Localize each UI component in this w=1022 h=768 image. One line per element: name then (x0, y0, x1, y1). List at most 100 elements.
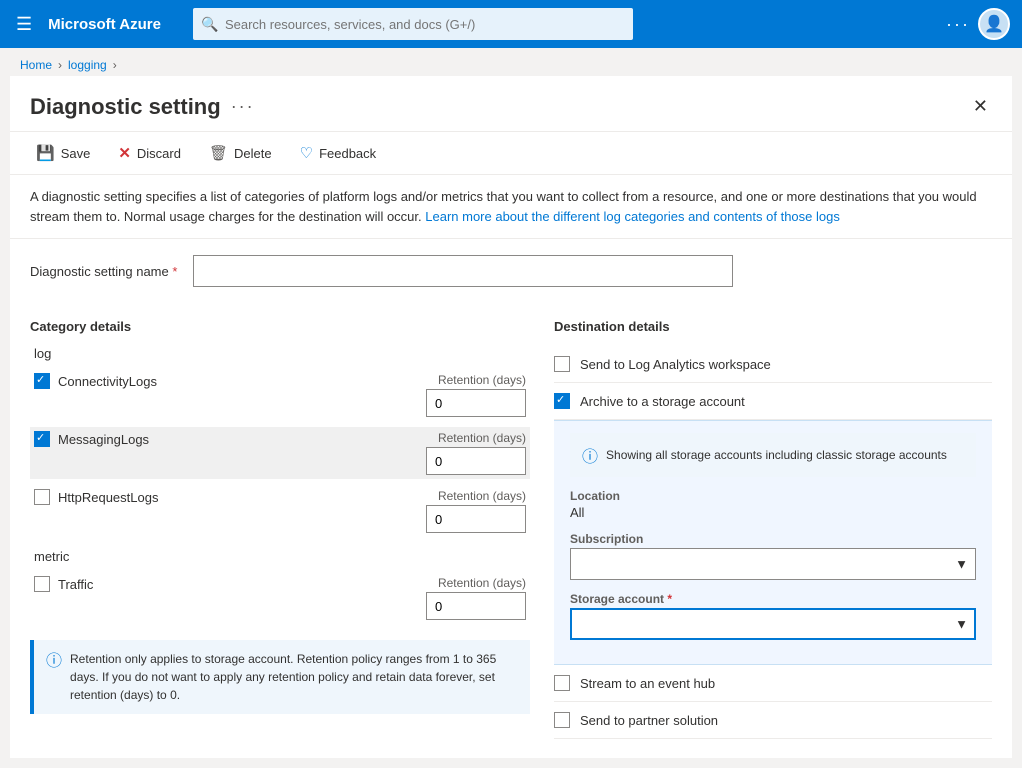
subscription-field: Subscription ▼ (570, 532, 976, 580)
location-field: Location All (570, 489, 976, 520)
storage-account-required-star: * (667, 592, 672, 606)
name-label: Diagnostic setting name * (30, 264, 177, 279)
category-details-title: Category details (30, 319, 530, 334)
breadcrumb-home[interactable]: Home (20, 58, 52, 72)
topbar: ☰ Microsoft Azure 🔍 ··· 👤 (0, 0, 1022, 48)
traffic-retention-input[interactable] (426, 592, 526, 620)
form-area: Diagnostic setting name * (10, 239, 1012, 319)
metric-section-label: metric (34, 549, 530, 564)
connectivity-retention-label: Retention (days) (438, 373, 526, 387)
name-row: Diagnostic setting name * (30, 255, 992, 287)
httprequest-retention-label: Retention (days) (438, 489, 526, 503)
breadcrumb: Home › logging › (0, 48, 1022, 76)
messaging-label: MessagingLogs (58, 432, 149, 447)
discard-button[interactable]: ✕ Discard (112, 140, 187, 166)
feedback-label: Feedback (319, 146, 376, 161)
messaging-checkbox[interactable] (34, 431, 50, 447)
connectivity-checkbox[interactable] (34, 373, 50, 389)
close-button[interactable]: ✕ (969, 92, 992, 121)
connectivity-retention: Retention (days) (426, 373, 526, 417)
dest-item-event-hub: Stream to an event hub (554, 665, 992, 702)
search-input[interactable] (193, 8, 633, 40)
log-analytics-checkbox[interactable] (554, 356, 570, 372)
httprequest-retention-input[interactable] (426, 505, 526, 533)
learn-more-link[interactable]: Learn more about the different log categ… (425, 209, 840, 224)
httprequest-retention: Retention (days) (426, 489, 526, 533)
main-panel: Diagnostic setting ··· ✕ 💾 Save ✕ Discar… (10, 76, 1012, 758)
dest-item-partner-solution: Send to partner solution (554, 702, 992, 739)
feedback-button[interactable]: ♡ Feedback (294, 140, 383, 166)
delete-button[interactable]: 🗑 Delete (203, 140, 278, 166)
connectivity-retention-input[interactable] (426, 389, 526, 417)
right-column: Destination details Send to Log Analytic… (554, 319, 992, 739)
storage-account-label: Storage account * (570, 592, 976, 606)
save-button[interactable]: 💾 Save (30, 140, 96, 166)
delete-icon: 🗑 (209, 144, 228, 162)
diagnostic-name-input[interactable] (193, 255, 733, 287)
destination-details-title: Destination details (554, 319, 992, 338)
messaging-retention-input[interactable] (426, 447, 526, 475)
storage-account-label: Archive to a storage account (580, 394, 745, 409)
discard-icon: ✕ (118, 144, 131, 162)
storage-account-select[interactable] (570, 608, 976, 640)
save-icon: 💾 (36, 144, 55, 162)
breadcrumb-separator-2: › (113, 58, 117, 72)
traffic-checkbox[interactable] (34, 576, 50, 592)
panel-header: Diagnostic setting ··· ✕ (10, 76, 1012, 132)
avatar[interactable]: 👤 (978, 8, 1010, 40)
httprequest-checkbox[interactable] (34, 489, 50, 505)
two-col-layout: Category details log ConnectivityLogs Re… (10, 319, 1012, 739)
connectivity-label: ConnectivityLogs (58, 374, 157, 389)
dest-item-log-analytics: Send to Log Analytics workspace (554, 346, 992, 383)
storage-info-icon: ⓘ (582, 443, 598, 467)
httprequest-checkbox-wrap: HttpRequestLogs (34, 489, 418, 505)
search-bar: 🔍 (193, 8, 633, 40)
toolbar: 💾 Save ✕ Discard 🗑 Delete ♡ Feedback (10, 132, 1012, 175)
discard-label: Discard (137, 146, 181, 161)
traffic-checkbox-wrap: Traffic (34, 576, 418, 592)
retention-info-box: ⓘ Retention only applies to storage acco… (30, 640, 530, 714)
location-value: All (570, 505, 976, 520)
name-required-star: * (172, 264, 177, 279)
storage-info-box: ⓘ Showing all storage accounts including… (570, 433, 976, 477)
retention-info-text: Retention only applies to storage accoun… (70, 650, 518, 704)
log-analytics-label: Send to Log Analytics workspace (580, 357, 771, 372)
storage-account-expanded: ⓘ Showing all storage accounts including… (554, 420, 992, 665)
save-label: Save (61, 146, 91, 161)
hamburger-icon[interactable]: ☰ (12, 10, 36, 39)
storage-info-text: Showing all storage accounts including c… (606, 448, 947, 462)
panel-ellipsis[interactable]: ··· (231, 96, 255, 117)
event-hub-checkbox[interactable] (554, 675, 570, 691)
messaging-retention-label: Retention (days) (438, 431, 526, 445)
log-item-httprequest: HttpRequestLogs Retention (days) (30, 485, 530, 537)
dest-item-storage-account: Archive to a storage account (554, 383, 992, 420)
storage-account-input-wrap: ▼ (570, 608, 976, 640)
info-icon: ⓘ (46, 650, 62, 674)
partner-solution-checkbox[interactable] (554, 712, 570, 728)
breadcrumb-logging[interactable]: logging (68, 58, 107, 72)
subscription-label: Subscription (570, 532, 976, 546)
log-item-traffic: Traffic Retention (days) (30, 572, 530, 624)
storage-account-field: Storage account * ▼ (570, 592, 976, 640)
left-column: Category details log ConnectivityLogs Re… (30, 319, 530, 739)
location-label: Location (570, 489, 976, 503)
log-item-messaging: MessagingLogs Retention (days) (30, 427, 530, 479)
traffic-label: Traffic (58, 577, 93, 592)
storage-account-checkbox[interactable] (554, 393, 570, 409)
feedback-icon: ♡ (300, 144, 313, 162)
subscription-select-wrap: ▼ (570, 548, 976, 580)
httprequest-label: HttpRequestLogs (58, 490, 158, 505)
description-area: A diagnostic setting specifies a list of… (10, 175, 1012, 239)
panel-title: Diagnostic setting (30, 94, 221, 120)
topbar-right: ··· 👤 (946, 8, 1010, 40)
breadcrumb-separator-1: › (58, 58, 62, 72)
delete-label: Delete (234, 146, 272, 161)
messaging-checkbox-wrap: MessagingLogs (34, 431, 418, 447)
event-hub-label: Stream to an event hub (580, 676, 715, 691)
traffic-retention-label: Retention (days) (438, 576, 526, 590)
log-section-label: log (30, 346, 530, 361)
partner-solution-label: Send to partner solution (580, 713, 718, 728)
subscription-select[interactable] (570, 548, 976, 580)
more-options-icon[interactable]: ··· (946, 14, 970, 35)
log-item-connectivity: ConnectivityLogs Retention (days) (30, 369, 530, 421)
